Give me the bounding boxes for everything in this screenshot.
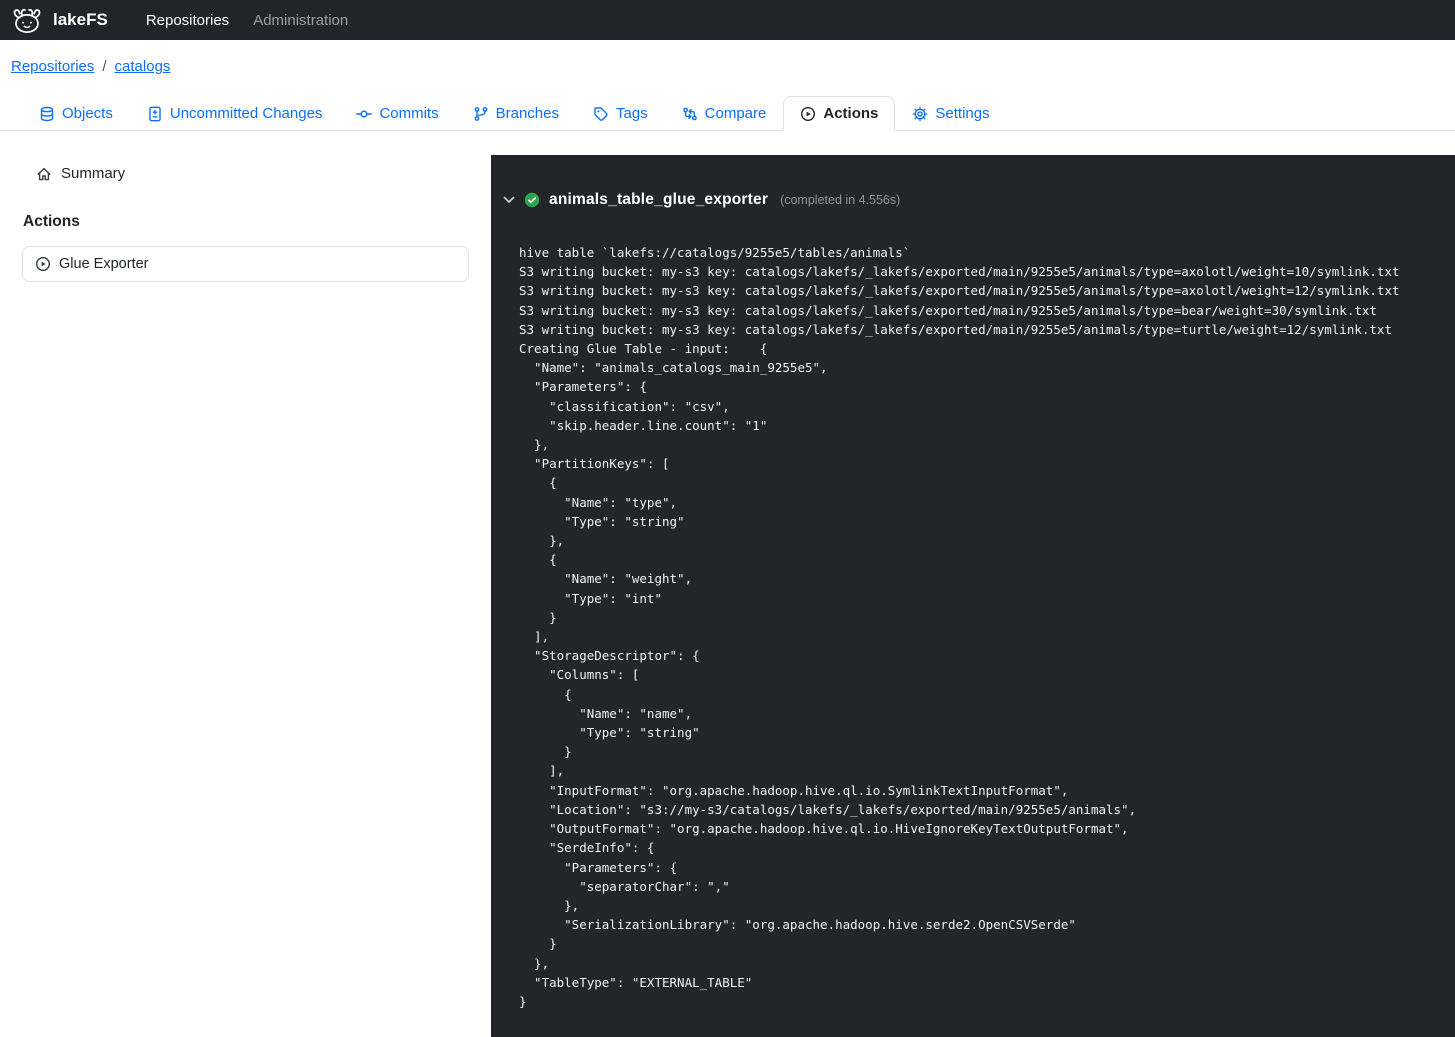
- run-header[interactable]: animals_table_glue_exporter (completed i…: [503, 191, 1439, 209]
- run-log-output: hive table `lakefs://catalogs/9255e5/tab…: [519, 243, 1439, 1011]
- tab-label: Settings: [935, 105, 989, 122]
- breadcrumb: Repositories / catalogs: [0, 40, 1455, 75]
- branch-icon: [473, 106, 489, 122]
- nav-item-administration[interactable]: Administration: [241, 6, 360, 35]
- home-icon: [36, 166, 52, 182]
- nav-item-repositories[interactable]: Repositories: [134, 6, 241, 35]
- gear-icon: [912, 106, 928, 122]
- tab-settings[interactable]: Settings: [895, 96, 1006, 131]
- tab-tags[interactable]: Tags: [576, 96, 665, 131]
- run-title: animals_table_glue_exporter: [549, 191, 768, 209]
- tab-commits[interactable]: Commits: [339, 96, 455, 131]
- tab-label: Objects: [62, 105, 113, 122]
- actions-sidebar: Summary Actions Glue Exporter: [0, 131, 491, 1037]
- compare-icon: [682, 106, 698, 122]
- tab-objects[interactable]: Objects: [22, 96, 130, 131]
- play-circle-icon: [800, 106, 816, 122]
- play-circle-icon: [35, 256, 51, 272]
- tab-actions[interactable]: Actions: [783, 96, 895, 131]
- tab-label: Branches: [496, 105, 559, 122]
- chevron-down-icon[interactable]: [503, 196, 515, 204]
- action-list: Glue Exporter: [22, 246, 469, 282]
- tab-branches[interactable]: Branches: [456, 96, 576, 131]
- top-navbar: lakeFS Repositories Administration: [0, 0, 1455, 40]
- success-check-icon: [524, 192, 540, 208]
- commit-icon: [356, 106, 372, 122]
- actions-section-title: Actions: [23, 213, 469, 231]
- sidebar-item-summary[interactable]: Summary: [22, 165, 469, 182]
- tab-label: Uncommitted Changes: [170, 105, 323, 122]
- navbar-links: Repositories Administration: [134, 6, 360, 35]
- tab-label: Compare: [705, 105, 767, 122]
- database-icon: [39, 106, 55, 122]
- breadcrumb-catalogs-link[interactable]: catalogs: [115, 58, 171, 75]
- actions-page: Summary Actions Glue Exporter: [0, 131, 1455, 1037]
- file-diff-icon: [147, 106, 163, 122]
- tab-label: Actions: [823, 105, 878, 122]
- brand-label: lakeFS: [53, 10, 108, 30]
- tab-compare[interactable]: Compare: [665, 96, 784, 131]
- repository-tab-bar: Objects Uncommitted Changes Commits: [0, 96, 1455, 131]
- tab-uncommitted-changes[interactable]: Uncommitted Changes: [130, 96, 340, 131]
- summary-label: Summary: [61, 165, 125, 182]
- tab-label: Tags: [616, 105, 648, 122]
- breadcrumb-repositories-link[interactable]: Repositories: [11, 58, 94, 75]
- action-list-item-glue-exporter[interactable]: Glue Exporter: [23, 247, 468, 281]
- tag-icon: [593, 106, 609, 122]
- lakefs-brand[interactable]: lakeFS: [10, 7, 108, 34]
- tab-label: Commits: [379, 105, 438, 122]
- breadcrumb-separator: /: [102, 58, 106, 75]
- axolotl-logo-icon: [10, 7, 44, 34]
- run-duration-badge: (completed in 4.556s): [780, 193, 900, 207]
- action-run-panel: animals_table_glue_exporter (completed i…: [491, 155, 1455, 1037]
- action-item-label: Glue Exporter: [59, 256, 148, 272]
